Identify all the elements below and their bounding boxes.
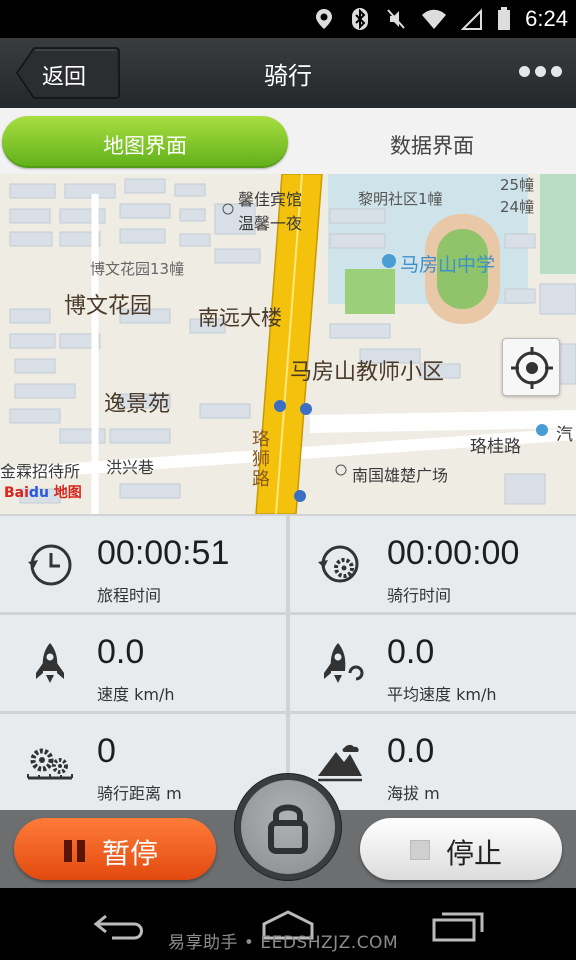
dot-icon bbox=[519, 66, 530, 77]
locate-button[interactable] bbox=[502, 338, 560, 396]
stat-value: 0.0 bbox=[387, 633, 435, 671]
stat-speed: 0.0 速度 km/h bbox=[0, 615, 286, 711]
tab-data-view[interactable]: 数据界面 bbox=[288, 116, 576, 168]
baidu-logo-mark: Baidu bbox=[4, 485, 49, 501]
view-tabs: 地图界面 数据界面 bbox=[0, 108, 576, 174]
map-label-bowen13: 博文花园13幢 bbox=[90, 260, 185, 278]
clock-icon bbox=[28, 544, 72, 586]
page-title: 骑行 bbox=[264, 62, 312, 90]
location-icon bbox=[316, 9, 333, 29]
map-label-b25: 25幢 bbox=[500, 176, 535, 194]
stat-label: 海拔 m bbox=[387, 784, 440, 803]
map-label-teacher: 马房山教师小区 bbox=[290, 360, 445, 385]
map-label-luoshi: 珞狮路 bbox=[252, 429, 270, 490]
map-label-nanguo: 南国雄楚广场 bbox=[352, 466, 449, 485]
baidu-logo: Baidu 地图 bbox=[4, 482, 82, 502]
stat-label: 骑行时间 bbox=[387, 586, 452, 605]
pause-label: 暂停 bbox=[102, 837, 159, 870]
park-area bbox=[345, 269, 395, 314]
stat-label: 平均速度 km/h bbox=[387, 685, 497, 704]
stat-label: 骑行距离 m bbox=[97, 784, 182, 803]
watermark-text: 易享助手 • EEDSHZJZ.COM bbox=[168, 933, 399, 953]
map-label-hotel: 馨佳宾馆 bbox=[238, 190, 303, 209]
mute-icon bbox=[387, 9, 405, 29]
baidu-logo-text: 地图 bbox=[53, 485, 82, 501]
map-label-luogui: 珞桂路 bbox=[470, 437, 521, 457]
pause-bar bbox=[77, 840, 85, 862]
map-label-nanyuan: 南远大楼 bbox=[198, 306, 282, 330]
title-bar: 返回 骑行 bbox=[0, 38, 576, 108]
status-bar: 6:24 bbox=[0, 0, 576, 38]
road-east bbox=[309, 410, 576, 433]
clock-time: 6:24 bbox=[525, 6, 568, 31]
bluetooth-icon bbox=[352, 8, 369, 30]
stat-value: 00:00:00 bbox=[387, 534, 520, 572]
pause-bar bbox=[64, 840, 72, 862]
rocket-icon bbox=[36, 643, 64, 683]
stat-avg-speed: 0.0 平均速度 km/h bbox=[290, 615, 576, 711]
plaza-marker bbox=[335, 464, 347, 476]
map-label-hotel2: 温馨一夜 bbox=[238, 214, 303, 233]
recents-nav-icon[interactable] bbox=[430, 910, 486, 942]
battery-icon bbox=[498, 7, 511, 30]
green-area bbox=[540, 174, 576, 274]
map-label-yijing: 逸景苑 bbox=[104, 392, 171, 417]
back-nav-icon[interactable] bbox=[92, 910, 148, 942]
stat-value: 0.0 bbox=[97, 633, 145, 671]
dot-icon bbox=[535, 66, 546, 77]
poi-marker bbox=[536, 424, 548, 436]
wifi-icon bbox=[422, 9, 447, 29]
map-label-liming: 黎明社区1幢 bbox=[358, 190, 443, 208]
more-menu-button[interactable] bbox=[519, 66, 562, 77]
lock-icon bbox=[268, 804, 308, 854]
map-view[interactable]: 馨佳宾馆 温馨一夜 黎明社区1幢 25幢 24幢 马房山中学 博文花园13幢 博… bbox=[0, 174, 576, 514]
map-label-qi: 汽 bbox=[556, 425, 573, 445]
pause-icon bbox=[64, 840, 86, 862]
tab-map-label: 地图界面 bbox=[103, 134, 187, 158]
lock-button[interactable] bbox=[235, 774, 341, 880]
stat-ride-time: 00:00:00 骑行时间 bbox=[290, 516, 576, 612]
stop-button[interactable]: 停止 bbox=[360, 818, 562, 880]
stat-value: 00:00:51 bbox=[97, 534, 230, 572]
gear-clock-icon bbox=[318, 545, 359, 583]
school-marker bbox=[382, 254, 396, 268]
stop-icon bbox=[410, 840, 430, 860]
map-label-hongxing: 洪兴巷 bbox=[106, 458, 155, 477]
gears-distance-icon bbox=[27, 748, 73, 780]
stats-panel: 00:00:51 旅程时间 00:00:00 骑行时间 0.0 速度 km/h bbox=[0, 514, 576, 810]
stat-value: 0 bbox=[97, 732, 116, 770]
stat-label: 旅程时间 bbox=[97, 586, 162, 605]
stat-value: 0.0 bbox=[387, 732, 435, 770]
pause-button[interactable]: 暂停 bbox=[14, 818, 216, 880]
map-label-b24: 24幢 bbox=[500, 198, 535, 216]
dot-icon bbox=[551, 66, 562, 77]
stop-label: 停止 bbox=[446, 837, 503, 870]
crosshair-icon bbox=[511, 347, 553, 389]
stat-trip-time: 00:00:51 旅程时间 bbox=[0, 516, 286, 612]
tab-data-label: 数据界面 bbox=[390, 134, 474, 158]
rocket-avg-icon bbox=[324, 643, 364, 683]
map-label-bowen: 博文花园 bbox=[64, 294, 153, 319]
system-nav-bar: 易享助手 • EEDSHZJZ.COM bbox=[0, 888, 576, 960]
tab-map-view[interactable]: 地图界面 bbox=[2, 116, 288, 168]
signal-icon bbox=[461, 8, 483, 30]
map-label-jinlin: 金霖招待所 bbox=[0, 462, 81, 481]
lock-button-face bbox=[241, 780, 335, 874]
map-label-school: 马房山中学 bbox=[400, 254, 496, 276]
stat-label: 速度 km/h bbox=[97, 685, 175, 704]
